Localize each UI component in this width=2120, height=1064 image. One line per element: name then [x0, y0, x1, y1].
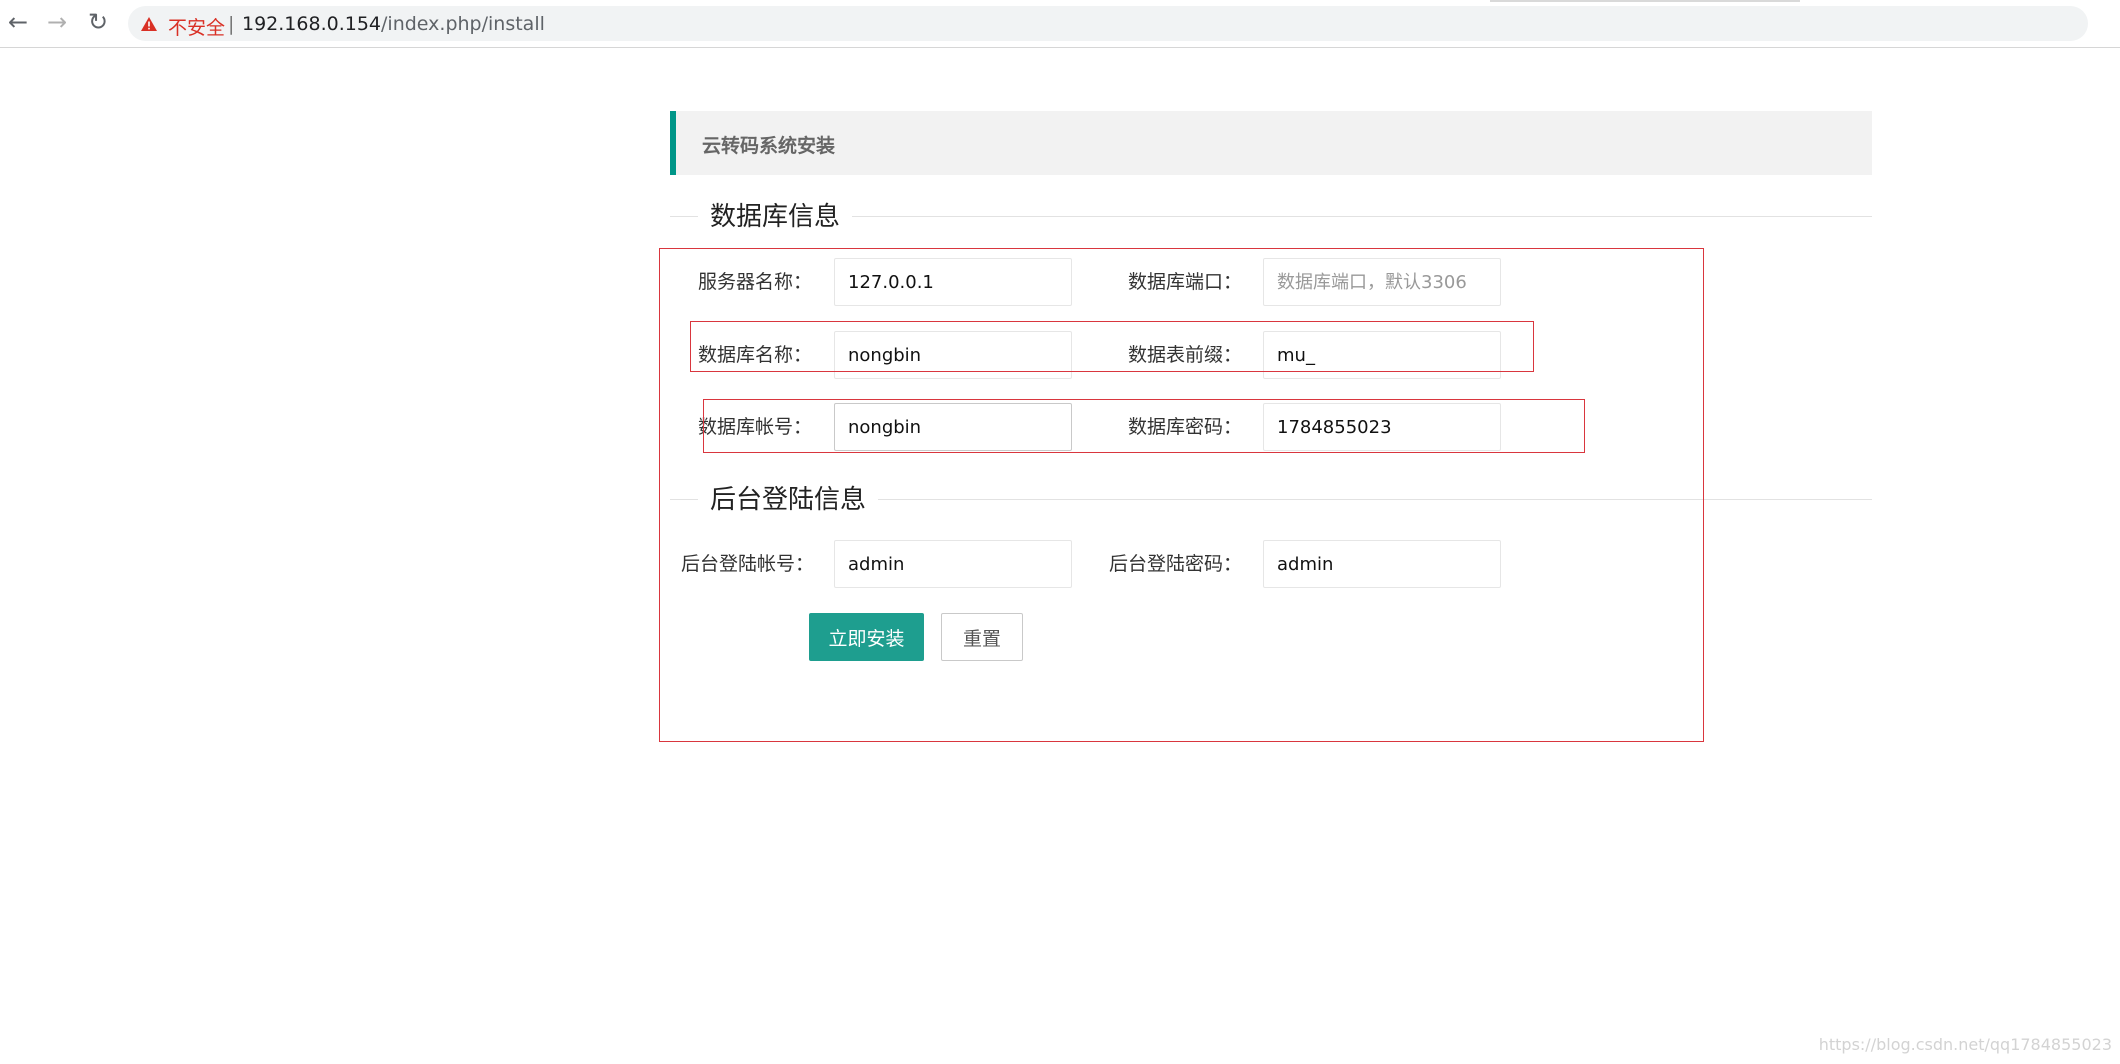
db-section-legend: 数据库信息 — [670, 202, 1872, 232]
admin-section-legend: 后台登陆信息 — [670, 485, 1872, 515]
admin-password-label: 后台登陆密码： — [1108, 553, 1242, 575]
install-title-bar: 云转码系统安装 — [670, 111, 1872, 175]
table-prefix-input[interactable] — [1263, 331, 1501, 379]
db-port-label: 数据库端口： — [1127, 271, 1242, 293]
watermark: https://blog.csdn.net/qq1784855023 — [1818, 1035, 2112, 1054]
db-name-label: 数据库名称： — [697, 344, 812, 366]
warning-icon[interactable] — [140, 16, 158, 32]
page-title: 云转码系统安装 — [702, 135, 836, 157]
db-password-input[interactable] — [1263, 403, 1501, 451]
back-arrow-icon[interactable]: ← — [6, 10, 30, 34]
reset-button[interactable]: 重置 — [941, 613, 1023, 661]
url-host: 192.168.0.154 — [242, 13, 382, 35]
server-name-input[interactable] — [834, 258, 1072, 306]
reload-icon[interactable]: ↻ — [86, 10, 110, 34]
admin-user-input[interactable] — [834, 540, 1072, 588]
db-password-label: 数据库密码： — [1127, 416, 1242, 438]
db-name-input[interactable] — [834, 331, 1072, 379]
page: ← → ↻ 不安全 | 192.168.0.154/index.php/inst… — [0, 0, 2120, 1064]
address-separator: | — [228, 13, 235, 35]
db-port-input[interactable] — [1263, 258, 1501, 306]
db-user-label: 数据库帐号： — [697, 416, 812, 438]
tab-strip-edge — [0, 0, 2120, 2]
security-status[interactable]: 不安全 — [168, 13, 225, 40]
admin-user-label: 后台登陆帐号： — [680, 553, 814, 575]
address-bar[interactable]: 不安全 | 192.168.0.154/index.php/install — [128, 6, 2088, 41]
db-section-title: 数据库信息 — [698, 202, 853, 232]
table-prefix-label: 数据表前缀： — [1127, 344, 1242, 366]
browser-toolbar: ← → ↻ 不安全 | 192.168.0.154/index.php/inst… — [0, 0, 2120, 48]
server-name-label: 服务器名称： — [697, 271, 812, 293]
db-user-input[interactable] — [834, 403, 1072, 451]
admin-section-title: 后台登陆信息 — [698, 485, 879, 515]
forward-arrow-icon[interactable]: → — [45, 10, 69, 34]
url-text[interactable]: 192.168.0.154/index.php/install — [242, 13, 545, 35]
admin-password-input[interactable] — [1263, 540, 1501, 588]
install-button[interactable]: 立即安装 — [809, 613, 924, 661]
url-path: /index.php/install — [381, 13, 545, 35]
